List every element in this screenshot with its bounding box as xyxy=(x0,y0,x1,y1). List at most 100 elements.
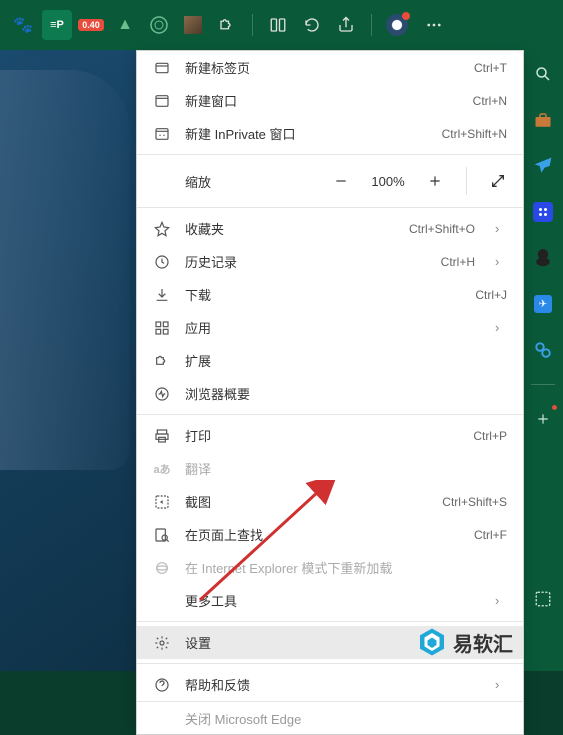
find-icon xyxy=(153,526,171,544)
menu-label: 应用 xyxy=(185,318,475,337)
shortcut: Ctrl+N xyxy=(473,94,507,108)
find-item[interactable]: 在页面上查找 Ctrl+F xyxy=(137,518,523,551)
profile-avatar[interactable] xyxy=(382,10,412,40)
notification-dot-icon xyxy=(402,12,410,20)
shortcut: Ctrl+T xyxy=(474,61,507,75)
split-screen-icon[interactable] xyxy=(263,10,293,40)
menu-label: 扩展 xyxy=(185,351,507,370)
translate-item: aあ 翻译 xyxy=(137,452,523,485)
puzzle-icon xyxy=(153,352,171,370)
print-item[interactable]: 打印 Ctrl+P xyxy=(137,419,523,452)
watermark-logo-icon xyxy=(417,627,447,657)
puzzle-icon[interactable] xyxy=(212,10,242,40)
zoom-percent: 100% xyxy=(368,174,408,189)
menu-label: 新建窗口 xyxy=(185,91,459,110)
share-icon[interactable] xyxy=(331,10,361,40)
menu-label: 新建 InPrivate 窗口 xyxy=(185,124,428,143)
screenshot-tool-icon[interactable] xyxy=(531,587,555,611)
more-tools-item[interactable]: 更多工具 › xyxy=(137,584,523,617)
shortcut: Ctrl+Shift+N xyxy=(442,127,507,141)
browser-essentials-item[interactable]: 浏览器概要 xyxy=(137,377,523,410)
briefcase-icon[interactable] xyxy=(531,108,555,132)
zoom-in-button[interactable] xyxy=(426,172,444,190)
sidebar: ✈ xyxy=(523,50,563,671)
downloads-item[interactable]: 下载 Ctrl+J xyxy=(137,278,523,311)
menu-label: 帮助和反馈 xyxy=(185,675,475,694)
new-tab-item[interactable]: 新建标签页 Ctrl+T xyxy=(137,51,523,84)
ie-mode-item: 在 Internet Explorer 模式下重新加载 xyxy=(137,551,523,584)
shortcut: Ctrl+H xyxy=(441,255,475,269)
shortcut: Ctrl+P xyxy=(473,429,507,443)
watermark: 易软汇 xyxy=(417,627,513,657)
close-edge-item[interactable]: 关闭 Microsoft Edge xyxy=(137,701,523,734)
chevron-right-icon: › xyxy=(495,593,507,608)
shortcut: Ctrl+Shift+S xyxy=(442,495,507,509)
new-window-item[interactable]: 新建窗口 Ctrl+N xyxy=(137,84,523,117)
qq-icon[interactable] xyxy=(531,246,555,270)
extensions-item[interactable]: 扩展 xyxy=(137,344,523,377)
history-icon xyxy=(153,253,171,271)
ie-icon xyxy=(153,559,171,577)
background-image xyxy=(0,70,130,470)
add-button[interactable] xyxy=(531,407,555,431)
menu-label: 浏览器概要 xyxy=(185,384,507,403)
link-icon[interactable] xyxy=(531,338,555,362)
favorites-item[interactable]: 收藏夹 Ctrl+Shift+O › xyxy=(137,212,523,245)
watermark-text: 易软汇 xyxy=(453,628,513,657)
menu-label: 在页面上查找 xyxy=(185,525,460,544)
zoom-row: 缩放 100% xyxy=(137,159,523,203)
print-icon xyxy=(153,427,171,445)
search-icon[interactable] xyxy=(531,62,555,86)
fullscreen-button[interactable] xyxy=(489,172,507,190)
help-icon xyxy=(153,676,171,694)
ep-tab-icon[interactable]: ≡P xyxy=(42,10,72,40)
extension-icon-1[interactable]: 🐾 xyxy=(8,10,38,40)
shortcut: Ctrl+J xyxy=(475,288,507,302)
zoom-label: 缩放 xyxy=(185,172,318,191)
capture-icon xyxy=(153,493,171,511)
gear-icon xyxy=(153,634,171,652)
shortcut: Ctrl+F xyxy=(474,528,507,542)
chevron-right-icon: › xyxy=(495,677,507,692)
window-icon xyxy=(153,92,171,110)
menu-label: 新建标签页 xyxy=(185,58,460,77)
blank-icon xyxy=(153,592,171,610)
chevron-right-icon: › xyxy=(495,320,507,335)
menu-label: 收藏夹 xyxy=(185,219,395,238)
separator xyxy=(137,621,523,622)
menu-label: 下载 xyxy=(185,285,461,304)
zoom-out-button[interactable] xyxy=(332,172,350,190)
menu-label: 更多工具 xyxy=(185,591,475,610)
more-menu-button[interactable] xyxy=(416,7,452,43)
apps-item[interactable]: 应用 › xyxy=(137,311,523,344)
separator xyxy=(137,207,523,208)
new-inprivate-item[interactable]: 新建 InPrivate 窗口 Ctrl+Shift+N xyxy=(137,117,523,150)
menu-label: 历史记录 xyxy=(185,252,427,271)
refresh-icon[interactable] xyxy=(297,10,327,40)
profile-thumb-icon[interactable] xyxy=(178,10,208,40)
screenshot-item[interactable]: 截图 Ctrl+Shift+S xyxy=(137,485,523,518)
shortcut: Ctrl+Shift+O xyxy=(409,222,475,236)
extension-icon-3[interactable] xyxy=(144,10,174,40)
separator xyxy=(137,154,523,155)
menu-label: 翻译 xyxy=(185,459,507,478)
translate-icon: aあ xyxy=(153,460,171,478)
baidu-icon[interactable] xyxy=(531,200,555,224)
separator xyxy=(137,414,523,415)
badge-icon[interactable]: 0.40 xyxy=(76,10,106,40)
telegram-icon[interactable] xyxy=(531,154,555,178)
help-item[interactable]: 帮助和反馈 › xyxy=(137,668,523,701)
star-icon xyxy=(153,220,171,238)
extension-icon-2[interactable]: ▲ xyxy=(110,10,140,40)
separator xyxy=(137,663,523,664)
history-item[interactable]: 历史记录 Ctrl+H › xyxy=(137,245,523,278)
chevron-right-icon: › xyxy=(495,254,507,269)
inprivate-icon xyxy=(153,125,171,143)
blank-icon xyxy=(153,709,171,727)
menu-label: 在 Internet Explorer 模式下重新加载 xyxy=(185,558,507,577)
apps-icon xyxy=(153,319,171,337)
chevron-right-icon: › xyxy=(495,221,507,236)
app-icon-blue[interactable]: ✈ xyxy=(531,292,555,316)
browser-topbar: 🐾 ≡P 0.40 ▲ xyxy=(0,0,563,50)
pulse-icon xyxy=(153,385,171,403)
